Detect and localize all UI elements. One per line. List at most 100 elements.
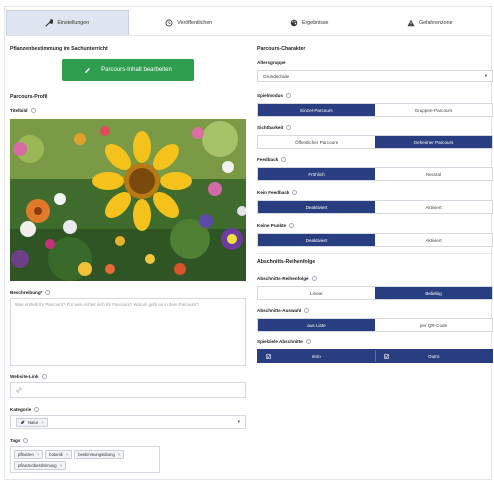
info-icon <box>281 157 287 162</box>
no-feedback-label-text: Kein Feedback <box>257 190 290 195</box>
info-icon <box>45 290 51 295</box>
visibility-label-text: Sichtbarkeit <box>257 125 284 130</box>
age-select[interactable]: Grundschule ▾ <box>257 70 493 82</box>
remove-icon[interactable]: × <box>118 452 120 457</box>
category-chip[interactable]: Natur × <box>16 417 48 427</box>
mode-toggle: Einzel-Parcours Gruppen-Parcours <box>257 103 493 117</box>
info-icon <box>304 308 310 313</box>
tab-label: Gefahrenzone <box>418 19 453 26</box>
info-icon <box>289 223 295 228</box>
category-select[interactable]: Natur × ▾ <box>10 415 246 429</box>
tag-chip[interactable]: bestimmungsübung × <box>74 450 125 459</box>
no-feedback-off-option[interactable]: Deaktiviert <box>258 201 375 213</box>
selection-list-option[interactable]: aus Liste <box>258 319 375 331</box>
plant-section-title: Pflanzenbestimmung im Sachunterricht <box>10 46 108 52</box>
edit-content-button[interactable]: Parcours-Inhalt bearbeiten <box>62 59 194 81</box>
game-sections-toggle: Intro Outro <box>257 349 493 363</box>
info-icon <box>41 374 47 379</box>
mode-group-option[interactable]: Gruppen-Parcours <box>375 104 492 116</box>
tab-ergebnisse[interactable]: Ergebnisse <box>249 10 370 35</box>
tags-label: Tags <box>10 438 29 443</box>
selection-toggle: aus Liste per QR-Code <box>257 318 493 332</box>
description-label-text: Beschreibung* <box>10 290 43 295</box>
game-sections-label-text: Spielziele Abschnitte <box>257 339 303 344</box>
outro-option[interactable]: Outro <box>375 350 492 362</box>
no-points-toggle: Deaktiviert Aktiviert <box>257 233 493 247</box>
info-icon <box>311 276 317 281</box>
tab-einstellungen[interactable]: Einstellungen <box>6 10 129 35</box>
mode-label-text: Spielmodus <box>257 93 284 98</box>
remove-icon[interactable]: × <box>41 420 43 425</box>
selection-label: Abschnitts-Auswahl <box>257 308 310 313</box>
chevron-down-icon: ▾ <box>484 73 487 78</box>
order-toggle: Linear Beliebig <box>257 286 493 300</box>
chevron-down-icon[interactable]: ▾ <box>237 419 240 425</box>
no-points-label-text: Keine Punkte <box>257 223 287 228</box>
visibility-label: Sichtbarkeit <box>257 125 292 130</box>
visibility-secret-option[interactable]: Geheimer Parcours <box>375 136 492 148</box>
website-label: Website-Link <box>10 374 47 379</box>
mode-single-option[interactable]: Einzel-Parcours <box>258 104 375 116</box>
order-title: Abschnitts-Reihenfolge <box>257 259 316 265</box>
game-sections-label: Spielziele Abschnitte <box>257 339 311 344</box>
tag-text: pflanzen <box>18 452 34 457</box>
tab-label: Ergebnisse <box>302 19 329 26</box>
palette-icon <box>290 19 298 26</box>
order-linear-option[interactable]: Linear <box>258 287 375 299</box>
visibility-public-option[interactable]: Öffentlicher Parcours <box>258 136 375 148</box>
feedback-neutral-option[interactable]: Neutral <box>375 168 492 180</box>
warning-icon <box>407 19 415 26</box>
tab-gefahrenzone[interactable]: Gefahrenzone <box>369 10 490 35</box>
tags-input[interactable]: pflanzen × botanik × bestimmungsübung × pfl… <box>10 446 160 473</box>
category-label: Kategorie <box>10 407 40 412</box>
tags-label-text: Tags <box>10 438 21 443</box>
info-icon <box>23 438 29 443</box>
wrench-icon <box>45 19 54 27</box>
description-label: Beschreibung* <box>10 290 51 295</box>
remove-icon[interactable]: × <box>66 452 68 457</box>
description-placeholder: Was erstellt Ihr Parcours? Für wen richt… <box>15 302 199 307</box>
link-icon <box>16 387 22 393</box>
website-input[interactable] <box>10 382 246 398</box>
checkbox-icon <box>383 353 389 359</box>
order-any-option[interactable]: Beliebig <box>375 287 492 299</box>
no-feedback-toggle: Deaktiviert Aktiviert <box>257 200 493 214</box>
category-label-text: Kategorie <box>10 407 32 412</box>
info-icon <box>30 108 36 113</box>
feedback-label: Feedback <box>257 157 287 162</box>
feedback-happy-option[interactable]: Fröhlich <box>258 168 375 180</box>
leaf-icon <box>20 420 25 424</box>
age-label-text: Altersgruppe <box>257 60 286 65</box>
remove-icon[interactable]: × <box>60 463 62 468</box>
description-textarea[interactable]: Was erstellt Ihr Parcours? Für wen richt… <box>10 298 246 366</box>
tag-text: pflanzenbestimmung <box>18 463 57 468</box>
order-label: Abschnitts-Reihenfolge <box>257 276 317 281</box>
order-label-text: Abschnitts-Reihenfolge <box>257 276 309 281</box>
image-label-text: Titelbild <box>10 108 28 113</box>
pencil-icon <box>85 67 91 73</box>
feedback-toggle: Fröhlich Neutral <box>257 167 493 181</box>
intro-option[interactable]: Intro <box>258 350 376 362</box>
title-image[interactable] <box>10 119 246 281</box>
age-label: Altersgruppe <box>257 60 286 65</box>
tag-text: bestimmungsübung <box>78 452 115 457</box>
intro-label: Intro <box>311 353 321 359</box>
tag-text: botanik <box>49 452 63 457</box>
tag-chip[interactable]: pflanzen × <box>14 450 44 459</box>
tag-chip[interactable]: pflanzenbestimmung × <box>14 461 67 470</box>
no-points-label: Keine Punkte <box>257 223 295 228</box>
selection-qr-option[interactable]: per QR-Code <box>375 319 492 331</box>
no-feedback-on-option[interactable]: Aktiviert <box>375 201 492 213</box>
remove-icon[interactable]: × <box>37 452 39 457</box>
no-points-off-option[interactable]: Deaktiviert <box>258 234 375 246</box>
tab-label: Veröffentlichen <box>177 19 213 26</box>
section-divider <box>257 253 493 254</box>
no-points-on-option[interactable]: Aktiviert <box>375 234 492 246</box>
tag-chip[interactable]: botanik × <box>45 450 73 459</box>
character-title: Parcours-Charakter <box>257 46 306 52</box>
no-feedback-label: Kein Feedback <box>257 190 298 195</box>
category-value: Natur <box>28 419 39 425</box>
tab-veroeffentlichen[interactable]: Veröffentlichen <box>128 10 249 35</box>
flower-meadow-image <box>10 119 246 281</box>
profile-title: Parcours-Profil <box>10 94 48 100</box>
